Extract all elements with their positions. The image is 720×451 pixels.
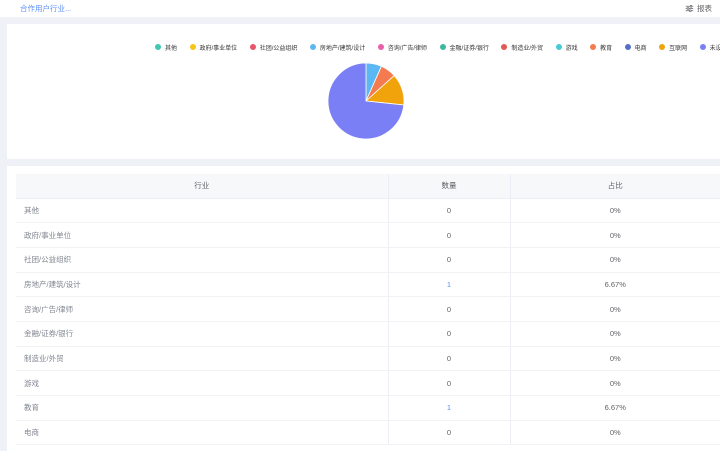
legend-dot-icon xyxy=(659,44,666,50)
table-row[interactable]: 社团/公益组织 0 0% xyxy=(16,247,720,273)
legend-label: 房地产/建筑/设计 xyxy=(319,45,366,52)
legend-label: 电商 xyxy=(634,45,647,52)
percentage-cell: 0% xyxy=(510,420,720,446)
legend-dot-icon xyxy=(555,44,562,50)
legend-item[interactable]: 电商 xyxy=(624,43,647,52)
report-button[interactable]: 报表 xyxy=(685,3,712,14)
table-row[interactable]: 政府/事业单位 0 0% xyxy=(16,222,720,248)
table-row[interactable]: 制造业/外贸 0 0% xyxy=(16,346,720,372)
industry-cell: 咨询/广告/律师 xyxy=(16,296,389,322)
table-row[interactable]: 教育 1 6.67% xyxy=(16,395,720,421)
legend-dot-icon xyxy=(155,44,161,50)
count-cell: 0 xyxy=(388,222,511,248)
legend-dot-icon xyxy=(624,44,631,50)
legend-dot-icon xyxy=(501,44,508,50)
legend-dot-icon xyxy=(189,44,196,50)
table-card: 行业 数量 占比 其他 0 0% 政府/事业单位 0 0% 社团/公益组织 0 0% 房地产/建筑… xyxy=(7,166,720,451)
legend-item[interactable]: 咨询/广告/律师 xyxy=(377,43,428,52)
percentage-cell: 0% xyxy=(510,296,720,322)
percentage-cell: 0% xyxy=(510,222,720,248)
industry-cell: 金融/证券/银行 xyxy=(16,321,389,347)
percentage-cell: 0% xyxy=(510,247,720,273)
legend-dot-icon xyxy=(309,44,316,50)
count-cell: 1 xyxy=(388,272,511,298)
percentage-cell: 0% xyxy=(510,346,720,372)
percentage-cell: 6.67% xyxy=(510,272,720,298)
table-row[interactable]: 电商 0 0% xyxy=(16,420,720,446)
table-row[interactable]: 其他 0 0% xyxy=(16,198,720,224)
legend-item[interactable]: 教育 xyxy=(590,43,612,52)
top-bar: 合作用户行业... 报表 xyxy=(0,0,720,17)
industry-cell: 电商 xyxy=(16,420,389,446)
legend-item[interactable]: 未设置 xyxy=(699,43,720,52)
industry-cell: 制造业/外贸 xyxy=(16,346,389,372)
industry-cell: 政府/事业单位 xyxy=(16,222,389,248)
legend-label: 互联网 xyxy=(669,45,688,52)
count-cell: 0 xyxy=(388,370,511,396)
header-count[interactable]: 数量 xyxy=(388,174,511,199)
table-row[interactable]: 游戏 0 0% xyxy=(16,370,720,396)
legend-label: 金融/证券/银行 xyxy=(449,45,489,52)
legend-label: 政府/事业单位 xyxy=(199,45,238,52)
table-row[interactable]: 房地产/建筑/设计 1 6.67% xyxy=(16,272,720,298)
pie-chart-container xyxy=(326,62,406,140)
legend-item[interactable]: 游戏 xyxy=(555,43,578,52)
legend-item[interactable]: 政府/事业单位 xyxy=(189,43,238,52)
count-cell: 1 xyxy=(388,395,511,421)
legend-item[interactable]: 社团/公益组织 xyxy=(249,43,298,52)
percentage-cell: 0% xyxy=(510,370,720,396)
header-industry[interactable]: 行业 xyxy=(16,174,389,199)
count-cell: 0 xyxy=(388,420,511,446)
table-header-row: 行业 数量 占比 xyxy=(16,174,720,199)
page-title[interactable]: 合作用户行业... xyxy=(20,3,71,14)
chart-legend: 其他 政府/事业单位 社团/公益组织 房地产/建筑/设计 咨询/广告/律师 金融/证券/银… xyxy=(155,42,720,52)
legend-dot-icon xyxy=(249,44,256,50)
pie-chart xyxy=(327,62,405,140)
legend-dot-icon xyxy=(699,44,706,50)
industry-cell: 社团/公益组织 xyxy=(16,247,389,273)
industry-cell: 其他 xyxy=(16,198,389,224)
industry-cell: 房地产/建筑/设计 xyxy=(16,272,389,298)
legend-dot-icon xyxy=(439,44,446,50)
percentage-cell: 0% xyxy=(510,198,720,224)
legend-label: 社团/公益组织 xyxy=(259,45,298,52)
legend-item[interactable]: 金融/证券/银行 xyxy=(439,43,489,52)
percentage-cell: 0% xyxy=(510,321,720,347)
table-row[interactable]: 咨询/广告/律师 0 0% xyxy=(16,296,720,322)
legend-label: 其他 xyxy=(165,45,178,52)
industry-cell: 游戏 xyxy=(16,370,389,396)
industry-cell: 教育 xyxy=(16,395,389,421)
count-cell: 0 xyxy=(388,346,511,372)
legend-label: 未设置 xyxy=(709,45,720,52)
count-cell: 0 xyxy=(388,296,511,322)
sliders-icon xyxy=(685,5,694,12)
legend-label: 游戏 xyxy=(565,45,578,52)
legend-dot-icon xyxy=(590,44,597,50)
industry-table: 行业 数量 占比 其他 0 0% 政府/事业单位 0 0% 社团/公益组织 0 0% 房地产/建筑… xyxy=(16,174,720,446)
legend-dot-icon xyxy=(377,44,384,50)
legend-item[interactable]: 制造业/外贸 xyxy=(501,43,543,52)
count-cell: 0 xyxy=(388,247,511,273)
header-percentage[interactable]: 占比 xyxy=(510,174,720,199)
count-cell: 0 xyxy=(388,198,511,224)
count-cell: 0 xyxy=(388,321,511,347)
legend-item[interactable]: 其他 xyxy=(155,43,177,52)
legend-label: 制造业/外贸 xyxy=(511,45,544,52)
report-label: 报表 xyxy=(697,4,712,13)
chart-card: 其他 政府/事业单位 社团/公益组织 房地产/建筑/设计 咨询/广告/律师 金融/证券/银… xyxy=(7,24,720,159)
table-row[interactable]: 金融/证券/银行 0 0% xyxy=(16,321,720,347)
legend-label: 咨询/广告/律师 xyxy=(387,45,428,52)
legend-label: 教育 xyxy=(600,45,613,52)
legend-item[interactable]: 房地产/建筑/设计 xyxy=(309,43,366,52)
legend-item[interactable]: 互联网 xyxy=(659,43,687,52)
percentage-cell: 6.67% xyxy=(510,395,720,421)
